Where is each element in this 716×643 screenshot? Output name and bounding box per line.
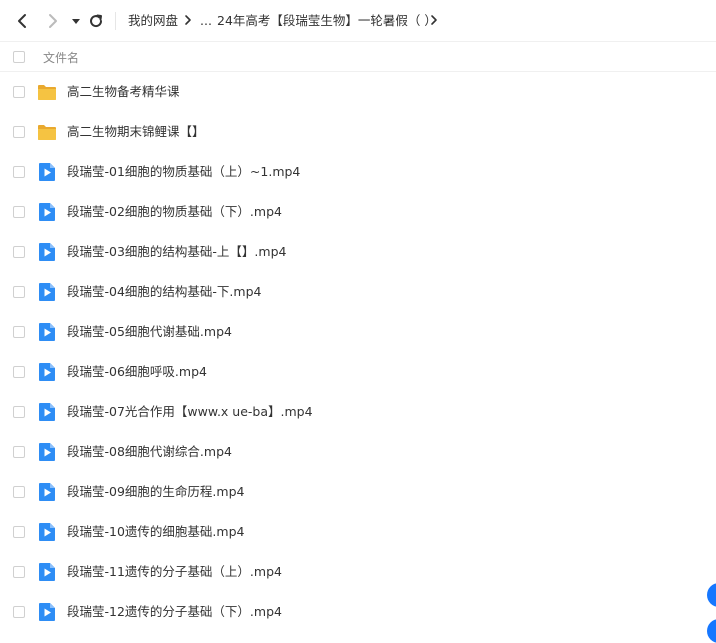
refresh-button[interactable] [86, 11, 106, 31]
file-name[interactable]: 段瑞莹-09细胞的生命历程.mp4 [67, 483, 244, 501]
row-checkbox[interactable] [13, 406, 25, 418]
chevron-left-icon [18, 14, 26, 28]
breadcrumb-ellipsis[interactable]: ... [200, 12, 212, 30]
row-checkbox[interactable] [13, 446, 25, 458]
video-file-icon [39, 363, 55, 381]
file-row[interactable]: 段瑞莹-04细胞的结构基础-下.mp4 [0, 272, 716, 312]
file-row[interactable]: 段瑞莹-10遗传的细胞基础.mp4 [0, 512, 716, 552]
file-row[interactable]: 段瑞莹-07光合作用【www.x ue-ba】.mp4 [0, 392, 716, 432]
video-file-icon [39, 523, 55, 541]
file-row[interactable]: 段瑞莹-01细胞的物质基础（上）~1.mp4 [0, 152, 716, 192]
file-name[interactable]: 段瑞莹-04细胞的结构基础-下.mp4 [67, 283, 261, 301]
row-checkbox[interactable] [13, 566, 25, 578]
folder-icon [38, 85, 56, 100]
row-checkbox[interactable] [13, 206, 25, 218]
back-button[interactable] [12, 11, 32, 31]
file-name[interactable]: 段瑞莹-07光合作用【www.x ue-ba】.mp4 [67, 403, 313, 421]
video-file-icon [39, 563, 55, 581]
select-all-checkbox[interactable] [13, 51, 25, 63]
forward-button[interactable] [43, 11, 63, 31]
folder-icon [38, 125, 56, 140]
row-checkbox[interactable] [13, 246, 25, 258]
file-name[interactable]: 段瑞莹-06细胞呼吸.mp4 [67, 363, 207, 381]
breadcrumb-expand-icon[interactable] [430, 14, 438, 26]
toolbar: 我的网盘 ... 24年高考【段瑞莹生物】一轮暑假（ ） [0, 0, 716, 41]
file-row[interactable]: 段瑞莹-05细胞代谢基础.mp4 [0, 312, 716, 352]
row-checkbox[interactable] [13, 326, 25, 338]
folder-row[interactable]: 高二生物期末锦鲤课【】 [0, 112, 716, 152]
file-name[interactable]: 段瑞莹-02细胞的物质基础（下）.mp4 [67, 203, 282, 221]
file-name[interactable]: 段瑞莹-12遗传的分子基础（下）.mp4 [67, 603, 282, 621]
column-header-filename[interactable]: 文件名 [43, 49, 79, 66]
video-file-icon [39, 403, 55, 421]
file-name[interactable]: 段瑞莹-05细胞代谢基础.mp4 [67, 323, 232, 341]
video-file-icon [39, 443, 55, 461]
file-row[interactable]: 段瑞莹-03细胞的结构基础-上【】.mp4 [0, 232, 716, 272]
row-checkbox[interactable] [13, 126, 25, 138]
breadcrumb-separator-icon [185, 15, 191, 25]
row-checkbox[interactable] [13, 526, 25, 538]
video-file-icon [39, 163, 55, 181]
row-checkbox[interactable] [13, 86, 25, 98]
toolbar-divider [115, 12, 116, 30]
history-dropdown-button[interactable] [66, 11, 86, 31]
row-checkbox[interactable] [13, 606, 25, 618]
file-name[interactable]: 段瑞莹-11遗传的分子基础（上）.mp4 [67, 563, 282, 581]
file-row[interactable]: 段瑞莹-02细胞的物质基础（下）.mp4 [0, 192, 716, 232]
file-name[interactable]: 段瑞莹-10遗传的细胞基础.mp4 [67, 523, 244, 541]
file-name[interactable]: 高二生物备考精华课 [67, 83, 180, 101]
file-name[interactable]: 段瑞莹-08细胞代谢综合.mp4 [67, 443, 232, 461]
file-row[interactable]: 段瑞莹-06细胞呼吸.mp4 [0, 352, 716, 392]
file-name[interactable]: 高二生物期末锦鲤课【】 [67, 123, 205, 141]
caret-down-icon [72, 19, 80, 24]
video-file-icon [39, 243, 55, 261]
row-checkbox[interactable] [13, 286, 25, 298]
video-file-icon [39, 603, 55, 621]
file-row[interactable]: 段瑞莹-08细胞代谢综合.mp4 [0, 432, 716, 472]
breadcrumb-current: 24年高考【段瑞莹生物】一轮暑假（ ） [217, 13, 437, 28]
row-checkbox[interactable] [13, 166, 25, 178]
file-list-header: 文件名 [0, 41, 716, 72]
breadcrumb-root[interactable]: 我的网盘 [128, 12, 178, 30]
video-file-icon [39, 483, 55, 501]
row-checkbox[interactable] [13, 366, 25, 378]
file-name[interactable]: 段瑞莹-03细胞的结构基础-上【】.mp4 [67, 243, 286, 261]
folder-row[interactable]: 高二生物备考精华课 [0, 72, 716, 112]
file-row[interactable]: 段瑞莹-11遗传的分子基础（上）.mp4 [0, 552, 716, 592]
video-file-icon [39, 283, 55, 301]
chevron-right-icon [49, 14, 57, 28]
video-file-icon [39, 323, 55, 341]
row-checkbox[interactable] [13, 486, 25, 498]
video-file-icon [39, 203, 55, 221]
refresh-icon [90, 14, 103, 28]
file-name[interactable]: 段瑞莹-01细胞的物质基础（上）~1.mp4 [67, 163, 300, 181]
file-row[interactable]: 段瑞莹-12遗传的分子基础（下）.mp4 [0, 592, 716, 632]
file-row[interactable]: 段瑞莹-09细胞的生命历程.mp4 [0, 472, 716, 512]
